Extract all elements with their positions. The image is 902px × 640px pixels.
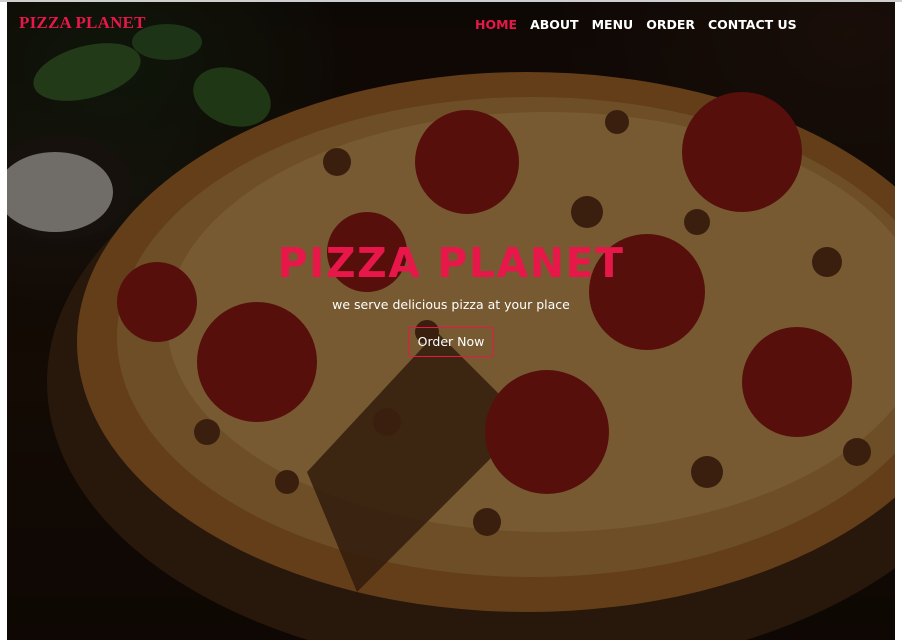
top-navbar: PIZZA PLANET HOME ABOUT MENU ORDER CONTA…: [7, 2, 895, 42]
nav-item-home: HOME: [475, 14, 517, 33]
hero-title: PIZZA PLANET: [277, 239, 625, 287]
page-viewport: PIZZA PLANET HOME ABOUT MENU ORDER CONTA…: [7, 2, 895, 640]
nav-link-menu[interactable]: MENU: [592, 17, 634, 32]
nav-link-contact-us[interactable]: CONTACT US: [708, 17, 797, 32]
nav-item-contact: CONTACT US: [708, 14, 797, 33]
order-now-button[interactable]: Order Now: [407, 327, 495, 357]
nav-link-home[interactable]: HOME: [475, 17, 517, 32]
nav-item-about: ABOUT: [530, 14, 579, 33]
nav-link-about[interactable]: ABOUT: [530, 17, 579, 32]
nav-link-order[interactable]: ORDER: [646, 17, 695, 32]
hero-section: PIZZA PLANET we serve delicious pizza at…: [7, 238, 895, 357]
hero-subtitle: we serve delicious pizza at your place: [332, 297, 570, 312]
nav-item-order: ORDER: [646, 14, 695, 33]
nav-item-menu: MENU: [592, 14, 634, 33]
brand-logo-link[interactable]: PIZZA PLANET: [19, 13, 146, 33]
nav-menu: HOME ABOUT MENU ORDER CONTACT US: [475, 14, 797, 33]
